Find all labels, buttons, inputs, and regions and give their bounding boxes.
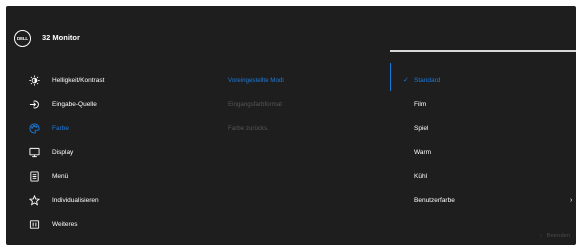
monitor-title: 32 Monitor <box>42 33 80 42</box>
menu-item-input-source[interactable]: Eingabe-Quelle <box>6 96 206 112</box>
menu-item-others[interactable]: Weiteres <box>6 216 206 232</box>
option-cool[interactable]: Kühl <box>390 168 576 184</box>
osd-header: DELL 32 Monitor <box>6 6 576 61</box>
submenu-preset-modes[interactable]: Voreingestellte Modi <box>228 72 284 88</box>
option-game[interactable]: Spiel <box>390 120 576 136</box>
menu-item-label: Menü <box>52 172 69 180</box>
brightness-icon <box>28 74 40 86</box>
option-label: Spiel <box>414 124 429 132</box>
input-source-icon <box>28 98 40 110</box>
menu-item-label: Individualisieren <box>52 196 99 204</box>
option-label: Benutzerfarbe <box>414 196 455 204</box>
display-icon <box>28 146 40 158</box>
checkmark-icon: ✓ <box>403 77 409 84</box>
option-standard[interactable]: ✓ Standard <box>390 72 576 88</box>
menu-item-label: Helligkeit/Kontrast <box>52 76 105 84</box>
option-label: Kühl <box>414 172 428 180</box>
menu-item-label: Weiteres <box>52 220 78 228</box>
menu-item-color[interactable]: Farbe <box>6 120 206 136</box>
monitor-osd: DELL 32 Monitor Helligkeit/Kontrast Eing… <box>6 6 576 245</box>
menu-icon <box>28 170 40 182</box>
option-warm[interactable]: Warm <box>390 144 576 160</box>
color-palette-icon <box>28 122 40 134</box>
header-underline <box>390 50 576 52</box>
submenu-input-color-format[interactable]: Eingangsfarbformat <box>228 96 282 112</box>
dell-logo: DELL <box>14 30 31 47</box>
menu-item-label: Eingabe-Quelle <box>52 100 97 108</box>
star-icon <box>28 194 40 206</box>
option-movie[interactable]: Film <box>390 96 576 112</box>
option-label: Film <box>414 100 427 108</box>
option-custom-color[interactable]: Benutzerfarbe › <box>390 192 576 208</box>
menu-item-brightness-contrast[interactable]: Helligkeit/Kontrast <box>6 72 206 88</box>
chevron-left-icon: ‹ <box>539 233 542 239</box>
chevron-right-icon: › <box>570 196 573 204</box>
exit-button[interactable]: ‹ Beenden <box>540 233 570 239</box>
menu-item-label: Display <box>52 148 74 156</box>
menu-item-display[interactable]: Display <box>6 144 206 160</box>
submenu-reset-color[interactable]: Farbe zurücks. <box>228 120 269 136</box>
option-label: Warm <box>414 148 432 156</box>
menu-item-menu[interactable]: Menü <box>6 168 206 184</box>
exit-label: Beenden <box>546 233 570 239</box>
menu-item-personalize[interactable]: Individualisieren <box>6 192 206 208</box>
option-label: Standard <box>414 76 441 84</box>
others-icon <box>28 218 40 230</box>
menu-item-label: Farbe <box>52 124 69 132</box>
